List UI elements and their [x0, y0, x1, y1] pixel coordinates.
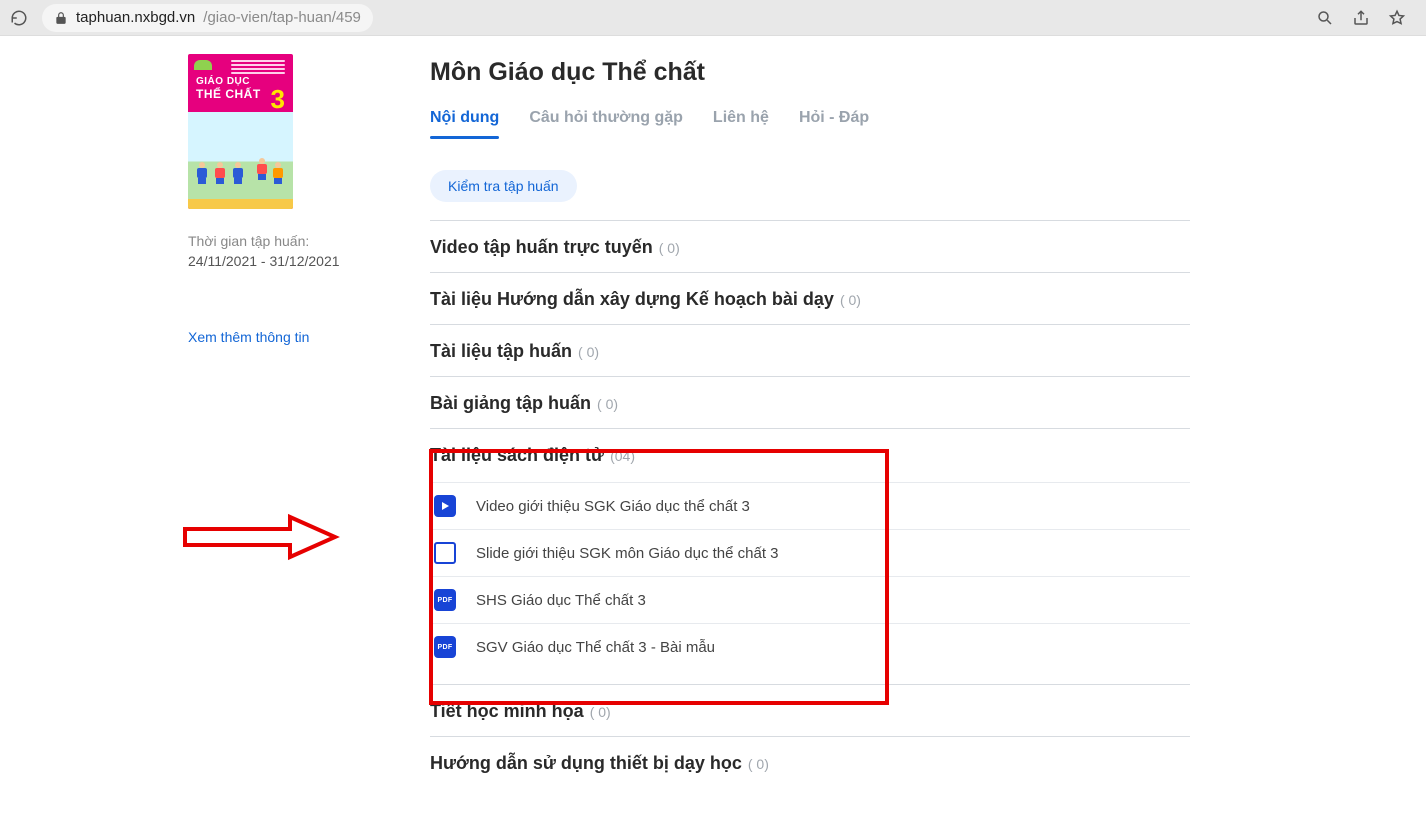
main-content: Môn Giáo dục Thể chất Nội dung Câu hỏi t… [430, 54, 1190, 788]
section-title: Tài liệu sách điện tử [430, 445, 604, 466]
section-count: ( 0) [748, 756, 769, 772]
section-title: Hướng dẫn sử dụng thiết bị dạy học [430, 753, 742, 774]
section-count: ( 0) [659, 240, 680, 256]
section-count: ( 0) [590, 704, 611, 720]
book-cover[interactable]: GIÁO DỤC THỂ CHẤT 3 [188, 54, 293, 209]
section-title: Tài liệu tập huấn [430, 341, 572, 362]
tab-bar: Nội dung Câu hỏi thường gặp Liên hệ Hỏi … [430, 109, 1190, 140]
ebook-item-list: Video giới thiệu SGK Giáo dục thể chất 3… [430, 482, 1190, 670]
item-label: Video giới thiệu SGK Giáo dục thể chất 3 [476, 498, 750, 515]
video-icon [434, 495, 456, 517]
more-info-link[interactable]: Xem thêm thông tin [188, 329, 390, 345]
item-label: SHS Giáo dục Thể chất 3 [476, 592, 646, 609]
test-button[interactable]: Kiểm tra tập huấn [430, 170, 577, 202]
training-time-label: Thời gian tập huấn: [188, 233, 390, 249]
section-title: Bài giảng tập huấn [430, 393, 591, 414]
section-title: Tài liệu Hướng dẫn xây dựng Kế hoạch bài… [430, 289, 834, 310]
training-time-range: 24/11/2021 - 31/12/2021 [188, 253, 390, 269]
tab-lien-he[interactable]: Liên hệ [713, 109, 769, 139]
reload-icon[interactable] [10, 9, 28, 27]
sidebar: GIÁO DỤC THỂ CHẤT 3 Thời gian tập huấn: … [0, 54, 430, 788]
section-title: Video tập huấn trực tuyến [430, 237, 653, 258]
section-tai-lieu-tap-huan[interactable]: Tài liệu tập huấn ( 0) [430, 324, 1190, 376]
section-tiet-hoc-minh-hoa[interactable]: Tiết học minh họa ( 0) [430, 684, 1190, 736]
ebook-item-shs-pdf[interactable]: PDF SHS Giáo dục Thể chất 3 [430, 576, 1190, 623]
lock-icon [54, 11, 68, 25]
section-count: (04) [610, 448, 635, 464]
section-count: ( 0) [840, 292, 861, 308]
star-icon[interactable] [1388, 9, 1406, 27]
item-label: Slide giới thiệu SGK môn Giáo dục thể ch… [476, 545, 779, 562]
pdf-icon: PDF [434, 636, 456, 658]
ebook-item-slide[interactable]: Slide giới thiệu SGK môn Giáo dục thể ch… [430, 529, 1190, 576]
page-body: GIÁO DỤC THỂ CHẤT 3 Thời gian tập huấn: … [0, 36, 1426, 828]
url-path: /giao-vien/tap-huan/459 [203, 9, 361, 26]
page-title: Môn Giáo dục Thể chất [430, 58, 1190, 87]
ebook-item-video[interactable]: Video giới thiệu SGK Giáo dục thể chất 3 [430, 482, 1190, 529]
section-count: ( 0) [578, 344, 599, 360]
ebook-item-sgv-pdf[interactable]: PDF SGV Giáo dục Thể chất 3 - Bài mẫu [430, 623, 1190, 670]
tab-hoi-dap[interactable]: Hỏi - Đáp [799, 109, 869, 139]
share-icon[interactable] [1352, 9, 1370, 27]
section-count: ( 0) [597, 396, 618, 412]
book-title-line2: THỂ CHẤT [196, 87, 261, 101]
book-title-line1: GIÁO DỤC [196, 76, 250, 87]
section-sach-dien-tu[interactable]: Tài liệu sách điện tử (04) Video giới th… [430, 428, 1190, 684]
section-title: Tiết học minh họa [430, 701, 584, 722]
section-bai-giang[interactable]: Bài giảng tập huấn ( 0) [430, 376, 1190, 428]
address-bar[interactable]: taphuan.nxbgd.vn/giao-vien/tap-huan/459 [42, 4, 373, 32]
item-label: SGV Giáo dục Thể chất 3 - Bài mẫu [476, 639, 715, 656]
tab-cau-hoi[interactable]: Câu hỏi thường gặp [529, 109, 683, 139]
section-huong-dan-ke-hoach[interactable]: Tài liệu Hướng dẫn xây dựng Kế hoạch bài… [430, 272, 1190, 324]
browser-toolbar: taphuan.nxbgd.vn/giao-vien/tap-huan/459 [0, 0, 1426, 36]
slide-icon [434, 542, 456, 564]
tab-noi-dung[interactable]: Nội dung [430, 109, 499, 139]
pdf-icon: PDF [434, 589, 456, 611]
section-video-truc-tuyen[interactable]: Video tập huấn trực tuyến ( 0) [430, 220, 1190, 272]
section-thiet-bi-day-hoc[interactable]: Hướng dẫn sử dụng thiết bị dạy học ( 0) [430, 736, 1190, 788]
url-host: taphuan.nxbgd.vn [76, 9, 195, 26]
search-icon[interactable] [1316, 9, 1334, 27]
book-grade: 3 [271, 84, 285, 115]
